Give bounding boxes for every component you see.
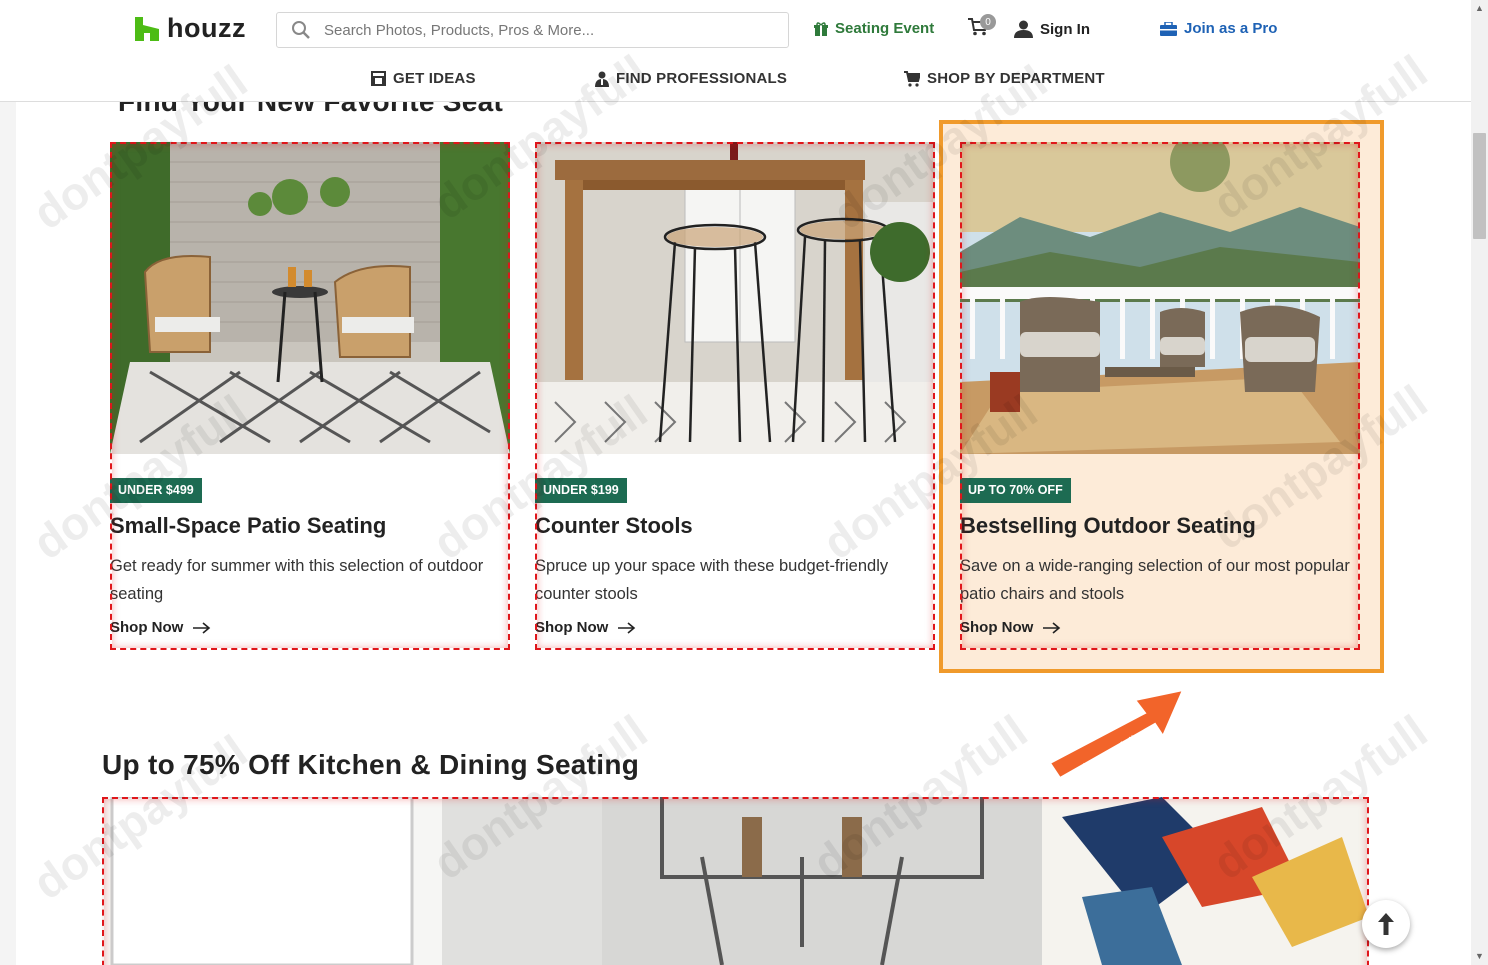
- join-as-pro-label: Join as a Pro: [1184, 20, 1278, 37]
- seating-event-label: Seating Event: [835, 20, 935, 37]
- nav-shop-by-department-label: SHOP BY DEPARTMENT: [927, 70, 1105, 87]
- card-title[interactable]: Counter Stools: [535, 513, 693, 539]
- shop-now-link[interactable]: Shop Now: [535, 619, 636, 636]
- shop-now-link[interactable]: Shop Now: [960, 619, 1061, 636]
- arrow-right-icon: [618, 621, 636, 634]
- join-as-pro-link[interactable]: Join as a Pro: [1160, 20, 1277, 37]
- card-description: Spruce up your space with these budget-f…: [535, 557, 889, 603]
- arrow-right-icon: [193, 621, 211, 634]
- houzz-logo[interactable]: houzz: [135, 13, 246, 44]
- nav-get-ideas-label: GET IDEAS: [393, 70, 476, 87]
- nav-find-professionals[interactable]: FIND PROFESSIONALS: [595, 70, 787, 87]
- site-header: houzz Seating Event 0 Sign In: [0, 0, 1471, 102]
- card-title[interactable]: Small-Space Patio Seating: [110, 513, 386, 539]
- page-scrollbar[interactable]: ▲ ▼: [1471, 0, 1488, 965]
- card-description: Get ready for summer with this selection…: [110, 557, 484, 603]
- houzz-logo-icon: [135, 16, 159, 41]
- counter-stools-image[interactable]: [535, 142, 935, 454]
- main-nav: GET IDEAS FIND PROFESSIONALS SHOP BY DEP…: [0, 70, 1471, 92]
- briefcase-icon: [1160, 21, 1177, 36]
- arrow-up-icon: [1378, 913, 1394, 935]
- scroll-down-arrow-icon[interactable]: ▼: [1471, 948, 1488, 965]
- nav-find-professionals-label: FIND PROFESSIONALS: [616, 70, 788, 87]
- arrow-right-icon: [1043, 621, 1061, 634]
- product-card-outdoor-seating[interactable]: UP TO 70% OFF Bestselling Outdoor Seatin…: [960, 142, 1360, 650]
- price-badge: UNDER $199: [535, 478, 627, 503]
- card-description: Save on a wide-ranging selection of our …: [960, 557, 1350, 603]
- section-title-kitchen-dining: Up to 75% Off Kitchen & Dining Seating: [102, 749, 640, 780]
- outdoor-seating-image[interactable]: [960, 142, 1360, 454]
- page-canvas: Find Your New Favorite Seat: [16, 0, 1471, 965]
- search-bar[interactable]: [276, 12, 789, 48]
- gift-icon: [814, 21, 828, 36]
- product-card-patio[interactable]: UNDER $499 Small-Space Patio Seating Get…: [110, 142, 510, 650]
- back-to-top-button[interactable]: [1362, 900, 1410, 948]
- professional-icon: [595, 71, 609, 87]
- sign-in-label: Sign In: [1040, 20, 1090, 38]
- shop-now-link[interactable]: Shop Now: [110, 619, 211, 636]
- search-input[interactable]: [324, 21, 764, 39]
- banner-outline: [102, 797, 1369, 965]
- shop-now-label: Shop Now: [535, 619, 609, 636]
- cart-button[interactable]: 0: [968, 14, 996, 36]
- logo-text: houzz: [167, 13, 246, 43]
- cart-count-badge: 0: [980, 14, 996, 30]
- shop-now-label: Shop Now: [110, 619, 184, 636]
- shop-now-label: Shop Now: [960, 619, 1034, 636]
- search-icon: [292, 21, 310, 39]
- photo-book-icon: [371, 71, 386, 86]
- card-title[interactable]: Bestselling Outdoor Seating: [960, 513, 1256, 539]
- seating-event-link[interactable]: Seating Event: [814, 20, 934, 37]
- scrollbar-thumb[interactable]: [1473, 133, 1486, 239]
- nav-shop-by-department[interactable]: SHOP BY DEPARTMENT: [904, 70, 1105, 87]
- nav-get-ideas[interactable]: GET IDEAS: [371, 70, 476, 87]
- promo-arrow-graphic: dontpayfull: [1048, 688, 1185, 780]
- shopping-cart-icon: [904, 70, 920, 87]
- product-card-counter-stools[interactable]: UNDER $199 Counter Stools Spruce up your…: [535, 142, 935, 650]
- discount-badge: UP TO 70% OFF: [960, 478, 1071, 503]
- patio-seating-image[interactable]: [110, 142, 510, 454]
- sign-in-link[interactable]: Sign In: [1014, 20, 1090, 38]
- price-badge: UNDER $499: [110, 478, 202, 503]
- user-icon: [1014, 20, 1033, 38]
- scroll-up-arrow-icon[interactable]: ▲: [1471, 0, 1488, 17]
